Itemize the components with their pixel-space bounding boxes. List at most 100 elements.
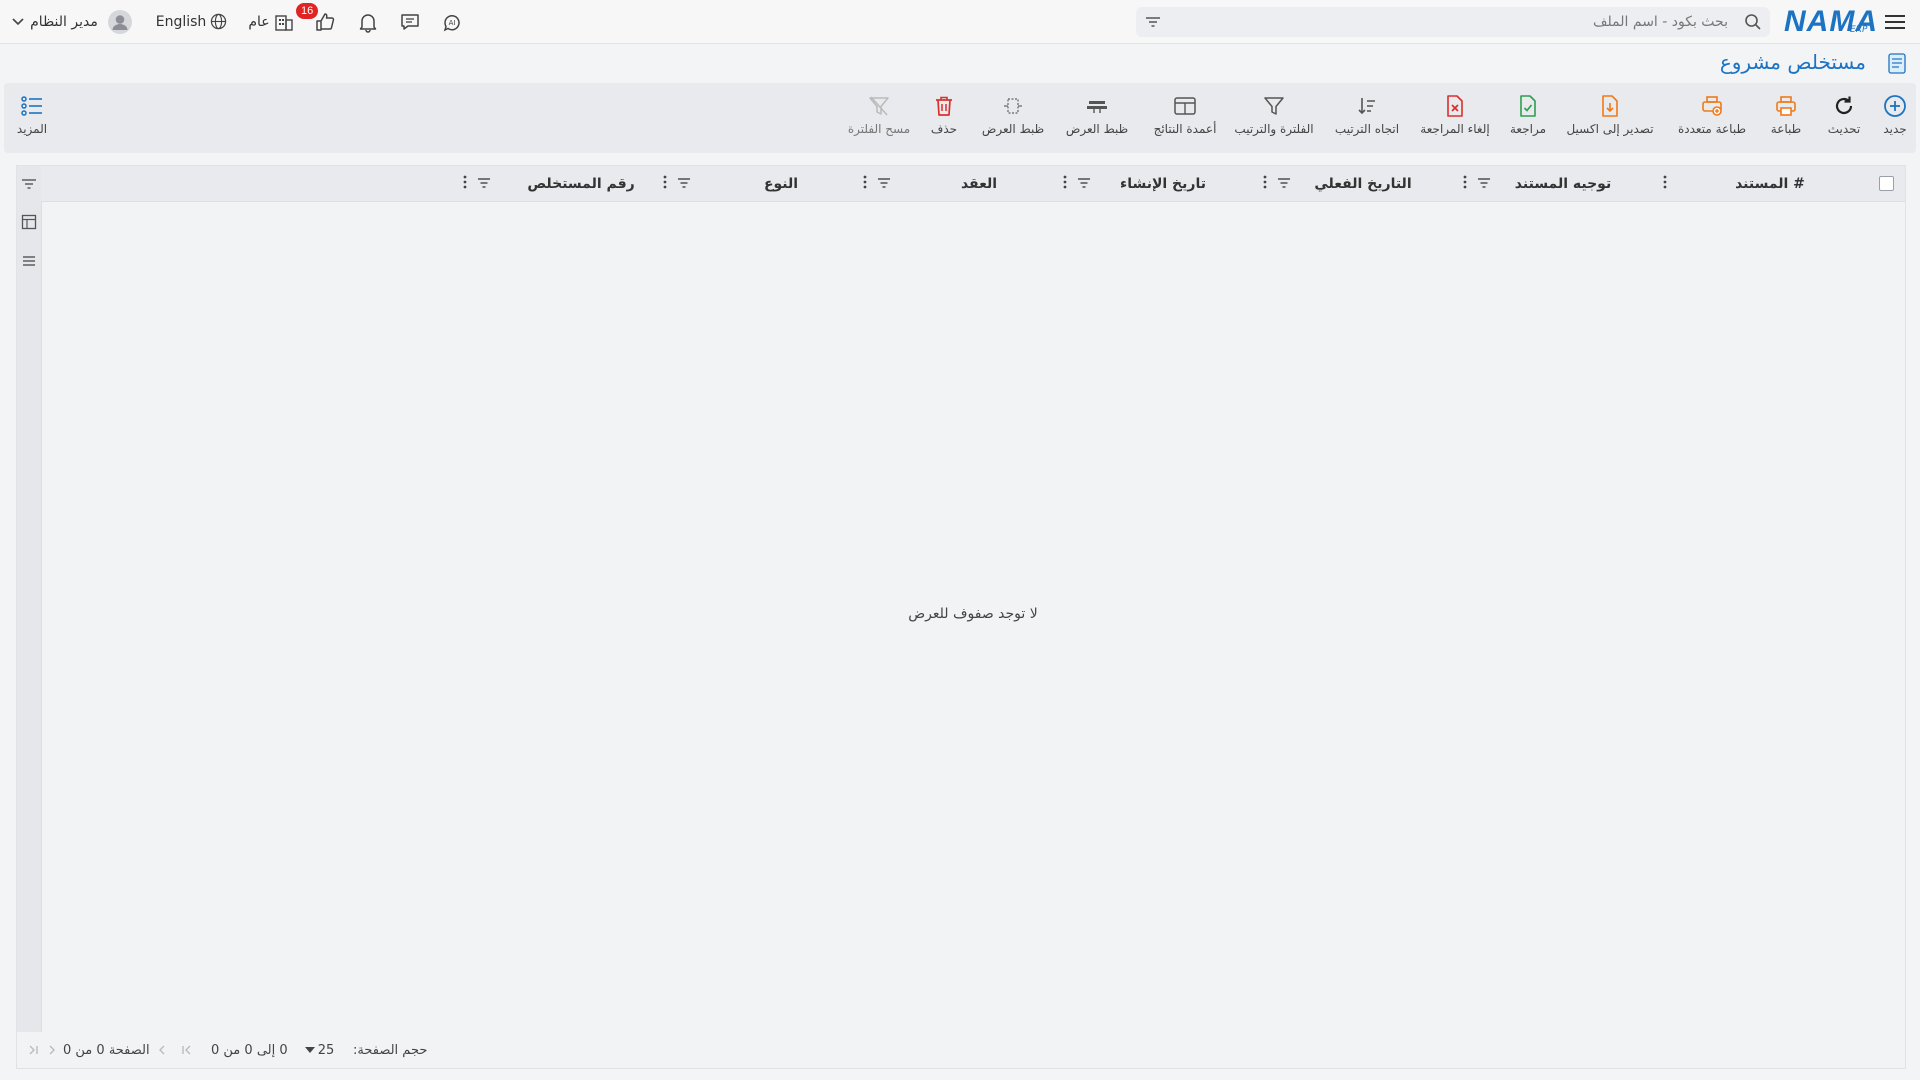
- select-all-checkbox[interactable]: [1879, 176, 1894, 191]
- column-header-type[interactable]: النوع: [731, 166, 831, 201]
- fit-width-icon: [1085, 93, 1109, 119]
- column-filter-icon[interactable]: [477, 174, 491, 193]
- column-filter-icon[interactable]: [1477, 174, 1491, 193]
- page-text: الصفحة 0 من 0: [63, 1042, 150, 1058]
- side-menu-icon[interactable]: [21, 253, 37, 272]
- chevron-down-icon[interactable]: [10, 0, 26, 43]
- column-menu-icon[interactable]: [1263, 174, 1267, 193]
- column-header-creation-date[interactable]: تاريخ الإنشاء: [1103, 166, 1223, 201]
- grid-header-row: # المستند توجيه المستند التاريخ الفعلي ت…: [41, 166, 1905, 202]
- refresh-icon: [1832, 93, 1856, 119]
- column-menu-icon[interactable]: [463, 174, 467, 193]
- globe-icon[interactable]: [208, 0, 228, 43]
- avatar[interactable]: [106, 0, 134, 43]
- column-menu-icon[interactable]: [1463, 174, 1467, 193]
- column-header-actual-date[interactable]: التاريخ الفعلي: [1303, 166, 1423, 201]
- column-header-contract[interactable]: العقد: [929, 166, 1029, 201]
- filter-sort-button[interactable]: الفلترة والترتيب: [1232, 93, 1316, 148]
- print-button[interactable]: طباعة: [1764, 93, 1808, 148]
- user-name[interactable]: مدير النظام: [28, 0, 100, 43]
- empty-rows-message: لا توجد صفوف للعرض: [908, 606, 1038, 622]
- search-box: [1136, 7, 1770, 37]
- column-tools: [1463, 166, 1491, 201]
- delete-button[interactable]: حذف: [926, 93, 962, 148]
- refresh-label: تحديث: [1827, 122, 1861, 136]
- review-check-icon: [1517, 93, 1539, 119]
- fit-width-button-1[interactable]: ظبط العرض: [1062, 93, 1132, 148]
- new-label: جديد: [1883, 122, 1907, 136]
- next-page-icon[interactable]: [47, 1032, 57, 1068]
- first-page-icon[interactable]: [181, 1032, 193, 1068]
- excel-export-icon: [1599, 93, 1621, 119]
- logo-sub: ERP: [1850, 25, 1868, 35]
- document-page-icon: [1884, 50, 1910, 80]
- column-label: # المستند: [1735, 175, 1805, 192]
- column-filter-icon[interactable]: [1077, 174, 1091, 193]
- column-label: العقد: [960, 175, 998, 192]
- bell-icon[interactable]: [354, 0, 382, 43]
- column-label: توجيه المستند: [1514, 175, 1612, 192]
- export-excel-label: تصدير إلى اكسيل: [1566, 122, 1654, 136]
- last-page-icon[interactable]: [27, 1032, 39, 1068]
- multi-print-button[interactable]: طباعة متعددة: [1672, 93, 1752, 148]
- cancel-review-label: إلغاء المراجعة: [1420, 122, 1490, 136]
- sort-direction-label: اتجاه الترتيب: [1334, 122, 1400, 136]
- column-tools: [663, 166, 691, 201]
- column-header-document-direction[interactable]: توجيه المستند: [1503, 166, 1623, 201]
- funnel-icon: [1263, 93, 1285, 119]
- scope-label[interactable]: عام: [244, 0, 274, 43]
- app-logo[interactable]: NAMA ERP: [1784, 0, 1877, 43]
- page-size-dropdown-icon[interactable]: [305, 1032, 315, 1068]
- column-menu-icon[interactable]: [1063, 174, 1067, 193]
- review-button[interactable]: مراجعة: [1506, 93, 1550, 148]
- column-tools: [463, 166, 491, 201]
- page-header: مستخلص مشروع: [0, 44, 1920, 82]
- column-menu-icon[interactable]: [1663, 174, 1667, 193]
- search-icon[interactable]: [1744, 13, 1762, 35]
- chat-icon[interactable]: [396, 0, 424, 43]
- pagination-bar: حجم الصفحة: 25 0 إلى 0 من 0 الصفحة 0 من …: [16, 1032, 1906, 1069]
- result-columns-button[interactable]: أعمدة النتائج: [1148, 93, 1222, 148]
- side-columns-icon[interactable]: [21, 214, 37, 234]
- column-label: التاريخ الفعلي: [1314, 175, 1412, 192]
- export-excel-button[interactable]: تصدير إلى اكسيل: [1562, 93, 1658, 148]
- sort-direction-button[interactable]: اتجاه الترتيب: [1332, 93, 1402, 148]
- prev-page-icon[interactable]: [157, 1032, 167, 1068]
- notification-count-badge: 16: [296, 3, 319, 19]
- search-filter-icon[interactable]: [1144, 13, 1162, 35]
- fit-width-label-1: ظبط العرض: [1065, 122, 1129, 136]
- fit-width-label-2: ظبط العرض: [981, 122, 1045, 136]
- page-size-value: 25: [317, 1042, 335, 1058]
- column-menu-icon[interactable]: [663, 174, 667, 193]
- fit-width-button-2[interactable]: ظبط العرض: [978, 93, 1048, 148]
- new-button[interactable]: جديد: [1878, 93, 1912, 148]
- language-switch[interactable]: English: [152, 0, 210, 43]
- column-menu-icon[interactable]: [863, 174, 867, 193]
- column-filter-icon[interactable]: [677, 174, 691, 193]
- building-icon[interactable]: [272, 0, 296, 43]
- ai-assistant-icon[interactable]: AI: [438, 0, 466, 43]
- fit-columns-icon: [1002, 93, 1024, 119]
- search-input[interactable]: [1176, 7, 1736, 37]
- column-filter-icon[interactable]: [1277, 174, 1291, 193]
- column-tools: [1663, 166, 1667, 201]
- multi-print-label: طباعة متعددة: [1678, 122, 1747, 136]
- columns-icon: [1173, 93, 1197, 119]
- more-button[interactable]: المزيد: [12, 93, 52, 148]
- column-label: النوع: [763, 175, 799, 192]
- clear-filter-button[interactable]: مسح الفلترة: [844, 93, 914, 148]
- action-toolbar: جديد تحديث طباعة طباعة متعددة تصدير إلى …: [4, 83, 1916, 153]
- side-filter-icon[interactable]: [21, 176, 37, 195]
- trash-icon: [934, 93, 954, 119]
- column-tools: [863, 166, 891, 201]
- page-size-label: حجم الصفحة:: [353, 1042, 428, 1058]
- hamburger-menu-icon[interactable]: [1880, 0, 1910, 43]
- refresh-button[interactable]: تحديث: [1822, 93, 1866, 148]
- list-more-icon: [20, 93, 44, 119]
- result-columns-label: أعمدة النتائج: [1153, 122, 1217, 136]
- cancel-review-button[interactable]: إلغاء المراجعة: [1418, 93, 1492, 148]
- column-header-invoice-no[interactable]: رقم المستخلص: [521, 166, 641, 201]
- column-filter-icon[interactable]: [877, 174, 891, 193]
- column-header-document-no[interactable]: # المستند: [1710, 166, 1830, 201]
- page-title: مستخلص مشروع: [1719, 50, 1866, 74]
